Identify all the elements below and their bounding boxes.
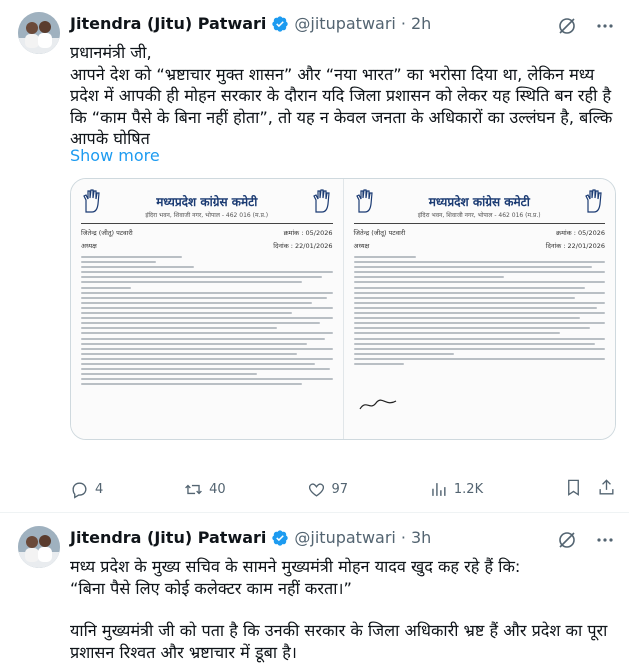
heart-icon xyxy=(308,483,324,497)
avatar[interactable] xyxy=(18,12,60,54)
views-button[interactable]: 1.2K xyxy=(429,480,483,499)
tweet-text-line: प्रधानमंत्री जी, xyxy=(70,43,152,62)
separator-dot: · xyxy=(400,528,406,547)
tweet[interactable]: Jitendra (Jitu) Patwari @jitupatwari · 2… xyxy=(0,0,629,513)
tweet[interactable]: Jitendra (Jitu) Patwari @jitupatwari · 3… xyxy=(0,514,629,667)
grok-icon[interactable] xyxy=(557,16,577,36)
divider xyxy=(353,223,605,224)
share-icon xyxy=(599,479,614,495)
hand-symbol-icon xyxy=(355,189,373,213)
ref-label: क्रमांक xyxy=(283,229,300,237)
show-more-link[interactable]: Show more xyxy=(70,146,160,165)
avatar[interactable] xyxy=(18,526,60,568)
ref-number: 05/2026 xyxy=(577,229,605,237)
letter-meta: अध्यक्ष दिनांक : 22/01/2026 xyxy=(353,242,606,250)
verified-badge-icon xyxy=(271,529,289,547)
reply-icon xyxy=(72,482,87,499)
letterhead-title: मध्यप्रदेश कांग्रेस कमेटी xyxy=(428,194,530,209)
share-button[interactable] xyxy=(597,478,616,501)
media-attachment[interactable]: मध्यप्रदेश कांग्रेस कमेटी इंदिरा भवन, शि… xyxy=(70,178,616,440)
verified-badge-icon xyxy=(271,15,289,33)
sender-role: अध्यक्ष xyxy=(81,242,97,250)
repost-button[interactable]: 40 xyxy=(184,480,226,499)
letter-meta: अध्यक्ष दिनांक : 22/01/2026 xyxy=(81,242,333,250)
views-count: 1.2K xyxy=(453,482,484,497)
letter-date: 22/01/2026 xyxy=(567,242,605,250)
bookmark-button[interactable] xyxy=(564,478,583,501)
letter-page[interactable]: मध्यप्रदेश कांग्रेस कमेटी इंदिरा भवन, शि… xyxy=(342,179,615,439)
tweet-text: मध्य प्रदेश के मुख्य सचिव के सामने मुख्य… xyxy=(70,556,616,663)
letter-date: 22/01/2026 xyxy=(295,242,333,250)
author-handle[interactable]: @jitupatwari xyxy=(294,14,395,33)
views-icon xyxy=(432,483,446,496)
reply-button[interactable]: 4 xyxy=(70,480,103,499)
more-icon[interactable] xyxy=(595,16,615,36)
date-label: दिनांक xyxy=(273,242,289,250)
divider xyxy=(81,223,333,224)
letter-page[interactable]: मध्यप्रदेश कांग्रेस कमेटी इंदिरा भवन, शि… xyxy=(71,179,343,439)
letter-body xyxy=(353,256,605,365)
tweet-text-line: आपने देश को “भ्रष्टाचार मुक्त शासन” और “… xyxy=(70,64,618,149)
author-name[interactable]: Jitendra (Jitu) Patwari xyxy=(70,528,266,547)
like-count: 97 xyxy=(331,482,349,497)
hand-symbol-icon xyxy=(312,189,330,213)
tweet-text-line: मध्य प्रदेश के मुख्य सचिव के सामने मुख्य… xyxy=(70,557,521,598)
grok-icon[interactable] xyxy=(557,530,577,550)
bookmark-icon xyxy=(568,479,579,496)
timestamp[interactable]: 2h xyxy=(411,14,431,33)
author-name[interactable]: Jitendra (Jitu) Patwari xyxy=(70,14,266,33)
like-button[interactable]: 97 xyxy=(307,480,349,499)
ref-label: क्रमांक xyxy=(556,229,572,237)
letter-meta: जितेन्द्र (जीतू) पटवारी क्रमांक : 05/202… xyxy=(353,229,606,237)
reply-count: 4 xyxy=(95,482,104,497)
more-icon[interactable] xyxy=(595,530,615,550)
letterhead-address: इंदिरा भवन, शिवाजी नगर, भोपाल - 462 016 … xyxy=(145,212,269,219)
letterhead-address: इंदिरा भवन, शिवाजी नगर, भोपाल - 462 016 … xyxy=(417,212,541,219)
separator-dot: · xyxy=(400,14,406,33)
timestamp[interactable]: 3h xyxy=(411,528,431,547)
letterhead-title: मध्यप्रदेश कांग्रेस कमेटी xyxy=(156,194,258,209)
author-handle[interactable]: @jitupatwari xyxy=(294,528,395,547)
tweet-text-line: यानि मुख्यमंत्री जी को पता है कि उनकी सर… xyxy=(70,621,613,662)
date-label: दिनांक xyxy=(545,242,562,250)
signature-icon xyxy=(358,399,396,410)
tweet-text: प्रधानमंत्री जी, आपने देश को “भ्रष्टाचार… xyxy=(70,42,616,150)
ref-number: 05/2026 xyxy=(305,229,333,237)
action-bar: 4 40 97 1.2K xyxy=(70,478,616,501)
letter-body xyxy=(81,256,333,386)
hand-symbol-icon xyxy=(585,189,602,213)
sender-name: जितेन्द्र (जीतू) पटवारी xyxy=(81,229,133,237)
letter-meta: जितेन्द्र (जीतू) पटवारी क्रमांक : 05/202… xyxy=(81,229,333,237)
sender-role: अध्यक्ष xyxy=(353,242,370,250)
hand-symbol-icon xyxy=(83,189,100,213)
repost-count: 40 xyxy=(209,482,226,497)
sender-name: जितेन्द्र (जीतू) पटवारी xyxy=(353,229,406,237)
repost-icon xyxy=(185,484,203,495)
